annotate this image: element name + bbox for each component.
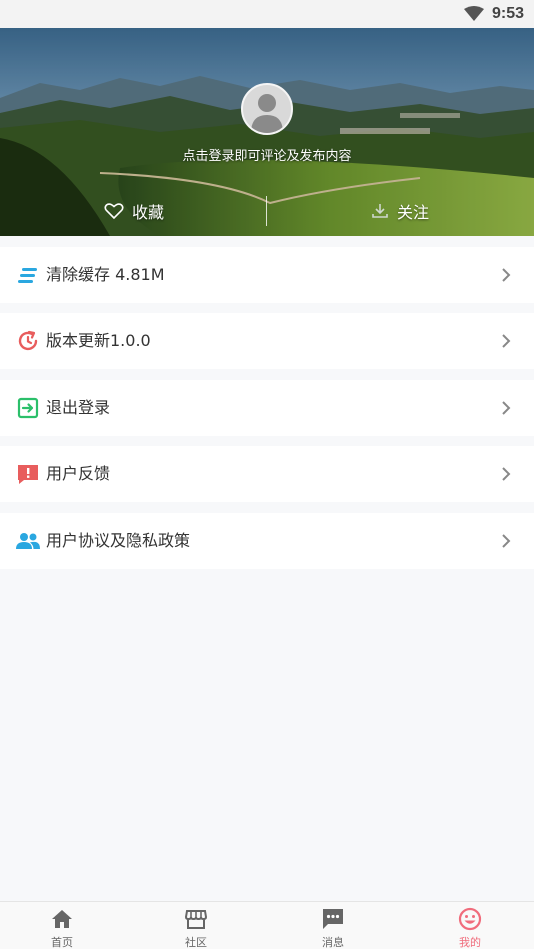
clear-cache-icon [18, 268, 37, 283]
hero-divider [266, 196, 267, 226]
status-time: 9:53 [491, 5, 524, 22]
update-clock-icon [18, 330, 38, 351]
menu-item-label: 退出登录 [46, 398, 111, 417]
tab-label: 消息 [322, 936, 344, 949]
bottom-tab-bar: 首页 社区 消息 我的 [0, 901, 534, 949]
menu-item-label: 版本更新1.0.0 [46, 331, 151, 350]
store-icon [184, 910, 208, 929]
menu-item-label: 清除缓存 4.81M [46, 265, 165, 284]
avatar[interactable] [241, 83, 293, 135]
favorites-label: 收藏 [132, 203, 165, 222]
chevron-right-icon [502, 401, 511, 415]
home-icon [52, 910, 72, 928]
heart-icon [104, 203, 124, 220]
profile-header: 点击登录即可评论及发布内容 收藏 关注 [0, 28, 534, 236]
follow-download-icon [372, 204, 388, 218]
hero-actions: 收藏 关注 [0, 196, 534, 226]
message-icon [323, 909, 343, 929]
tab-label: 社区 [185, 936, 207, 949]
tab-messages[interactable]: 消息 [283, 902, 383, 949]
tab-community[interactable]: 社区 [146, 902, 246, 949]
tab-mine[interactable]: 我的 [420, 902, 520, 949]
smile-icon [458, 907, 482, 931]
menu-item-logout[interactable]: 退出登录 [0, 380, 534, 436]
logout-icon [17, 397, 39, 419]
chevron-right-icon [502, 268, 511, 282]
status-bar: 9:53 [0, 0, 534, 28]
login-hint[interactable]: 点击登录即可评论及发布内容 [0, 145, 534, 164]
menu-item-label: 用户反馈 [46, 464, 111, 483]
menu-item-version-update[interactable]: 版本更新1.0.0 [0, 313, 534, 369]
chevron-right-icon [502, 334, 511, 348]
menu-item-user-agreement[interactable]: 用户协议及隐私政策 [0, 513, 534, 569]
feedback-icon [18, 465, 38, 484]
follow-button[interactable]: 关注 [371, 196, 429, 226]
wifi-icon [464, 6, 484, 21]
users-icon [16, 533, 40, 549]
tab-label: 我的 [459, 936, 481, 949]
chevron-right-icon [502, 467, 511, 481]
tab-label: 首页 [51, 936, 73, 949]
chevron-right-icon [502, 534, 511, 548]
tab-home[interactable]: 首页 [12, 902, 112, 949]
menu-item-clear-cache[interactable]: 清除缓存 4.81M [0, 247, 534, 303]
user-silhouette-icon [251, 94, 283, 133]
favorites-button[interactable]: 收藏 [104, 196, 164, 226]
follow-label: 关注 [397, 203, 430, 222]
menu-item-label: 用户协议及隐私政策 [46, 531, 191, 550]
menu-item-feedback[interactable]: 用户反馈 [0, 446, 534, 502]
